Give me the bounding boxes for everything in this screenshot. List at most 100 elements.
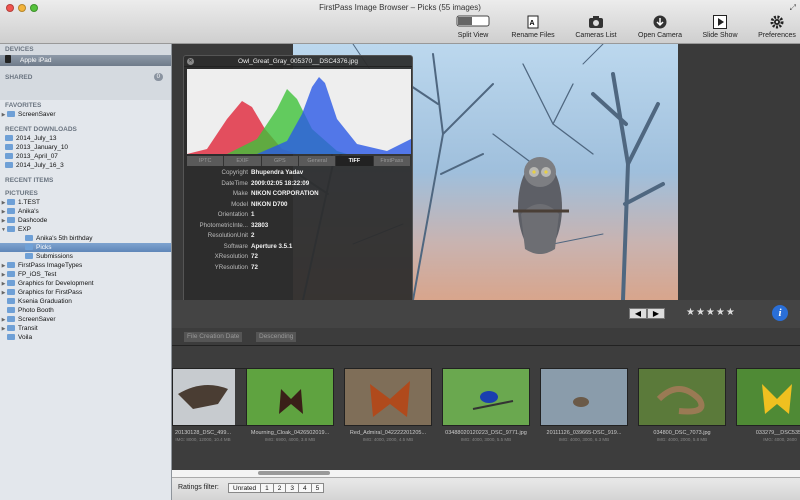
rating-filter-button[interactable]: 5 <box>310 483 325 493</box>
folder-icon <box>7 316 15 322</box>
thumbnail-3[interactable] <box>344 368 432 426</box>
sort-field-select[interactable]: File Creation Date <box>184 332 243 342</box>
rating-filter-button[interactable]: 4 <box>298 483 312 493</box>
slide-show-button[interactable]: Slide Show <box>700 15 740 39</box>
rating-filter-button[interactable]: 3 <box>285 483 299 493</box>
sidebar-folder-item[interactable]: ▶ 1.TEST <box>0 198 171 207</box>
sidebar-folder-item[interactable]: ▶ ScreenSaver <box>0 315 171 324</box>
shared-count-badge: 0 <box>153 73 163 81</box>
device-label: Apple iPad <box>20 57 52 64</box>
inspector-tab[interactable]: GPS <box>261 156 299 166</box>
rating-filter-button[interactable]: 1 <box>260 483 274 493</box>
metadata-key: XResolution <box>214 253 248 260</box>
folder-icon <box>7 280 15 286</box>
download-icon <box>653 15 667 29</box>
thumbnail-name: 20111126_039665-DSC_919... <box>546 430 622 436</box>
rename-files-icon: A <box>527 15 539 29</box>
info-button[interactable]: i <box>772 305 788 321</box>
ratings-filter-bar: Ratings filter: Unrated 1 2 3 4 5 <box>172 477 800 500</box>
recent-download-item[interactable]: 2013_April_07 <box>0 152 171 161</box>
previous-arrow-icon[interactable]: ◀ <box>629 308 647 319</box>
sidebar-folder-item[interactable]: Submissions <box>0 252 171 261</box>
thumbnail-6[interactable] <box>638 368 726 426</box>
sidebar-folder-item[interactable]: ▶ Anika's <box>0 207 171 216</box>
preferences-button[interactable]: Preferences <box>757 15 797 39</box>
camera-icon <box>589 16 603 28</box>
device-item-ipad[interactable]: Apple iPad <box>0 55 171 66</box>
recent-download-label: 2014_July_13 <box>16 135 57 142</box>
close-inspector-icon[interactable]: ✕ <box>187 58 194 65</box>
thumbnail-5[interactable] <box>540 368 628 426</box>
devices-section: DEVICES Apple iPad SHARED 0 <box>0 44 171 100</box>
metadata-value: 72 <box>251 263 258 271</box>
sidebar-item-selected[interactable]: Picks <box>0 243 171 252</box>
thumbnail-7[interactable] <box>736 368 800 426</box>
folder-icon <box>7 298 15 304</box>
filmstrip-scrollbar[interactable] <box>172 470 800 477</box>
sidebar-folder-item[interactable]: Anika's 5th birthday <box>0 234 171 243</box>
sidebar-folder-item[interactable]: ▶ Graphics for Development <box>0 279 171 288</box>
recent-download-item[interactable]: 2014_July_13 <box>0 134 171 143</box>
open-camera-button[interactable]: Open Camera <box>638 15 682 39</box>
recent-download-label: 2013_April_07 <box>16 153 58 160</box>
rating-stars[interactable]: ★★★★★ <box>686 307 736 318</box>
sort-bar: File Creation Date Descending <box>172 328 800 346</box>
scrollbar-thumb[interactable] <box>258 471 330 475</box>
disclosure-triangle-icon[interactable]: ▶ <box>0 111 7 120</box>
rating-filter-button[interactable]: 2 <box>272 483 287 493</box>
folder-icon <box>5 162 13 168</box>
metadata-inspector[interactable]: ✕ Owl_Great_Gray_005370__DSC4376.jpg IPT… <box>183 55 413 342</box>
thumbnail-2[interactable] <box>246 368 334 426</box>
sidebar-folder-item[interactable]: ▶ FP_iOS_Test <box>0 270 171 279</box>
folder-label: Picks <box>36 244 52 251</box>
sidebar-folder-item[interactable]: ▼ EXP <box>0 225 171 234</box>
next-arrow-icon[interactable]: ▶ <box>647 308 665 319</box>
split-view-label: Split View <box>457 32 489 39</box>
thumbnail-name: 20130128_DSC_499... <box>175 430 231 436</box>
thumbnail-4[interactable] <box>442 368 530 426</box>
folder-icon <box>5 153 13 159</box>
inspector-tab[interactable]: IPTC <box>187 156 225 166</box>
inspector-tab[interactable]: General <box>298 156 337 166</box>
cameras-list-button[interactable]: Cameras List <box>575 15 617 39</box>
sort-order-select[interactable]: Descending <box>256 332 297 342</box>
rating-filter-button[interactable]: Unrated <box>228 483 262 493</box>
recent-download-item[interactable]: 2013_January_10 <box>0 143 171 152</box>
metadata-value: NIKON D700 <box>251 200 288 208</box>
sidebar-folder-item[interactable]: Voila <box>0 333 171 342</box>
filmstrip[interactable]: 20130128_DSC_499... IMG: 8000, 12000, 10.… <box>172 346 800 470</box>
favorites-header: FAVORITES <box>5 102 42 109</box>
thumbnail-info: IMG: 8000, 12000, 10.4 MB <box>175 437 231 442</box>
ratings-filter-buttons: Unrated 1 2 3 4 5 <box>228 483 325 493</box>
metadata-value: 1 <box>251 211 255 218</box>
folder-label: EXP <box>18 226 32 233</box>
metadata-value: Aperture 3.5.1 <box>251 242 293 250</box>
sidebar-folder-item[interactable]: ▶ Dashcode <box>0 216 171 225</box>
thumbnail-info: IMG: 6900, 4000, 3.8 MB <box>264 437 316 442</box>
metadata-key: ResolutionUnit <box>207 232 248 239</box>
thumbnail-name: Red_Admiral_042222201205... <box>349 430 427 436</box>
folder-icon <box>7 262 15 268</box>
sidebar-folder-item[interactable]: ▶ Graphics for FirstPass <box>0 288 171 297</box>
folder-label: Submissions <box>36 253 73 260</box>
inspector-tab[interactable]: FirstPass <box>373 156 411 166</box>
favorite-item[interactable]: ▶ ScreenSaver <box>0 110 171 119</box>
folder-icon <box>25 244 33 250</box>
pictures-header: PICTURES <box>5 190 38 197</box>
sidebar-folder-item[interactable]: ▶ FirstPass ImageTypes <box>0 261 171 270</box>
recent-download-item[interactable]: 2014_July_16_3 <box>0 161 171 170</box>
fullscreen-icon[interactable]: ⤢ <box>790 3 796 13</box>
inspector-tab[interactable]: TIFF <box>336 156 374 166</box>
sidebar-folder-item[interactable]: Ksenia Graduation <box>0 297 171 306</box>
thumbnail-info: IMG: 4000, 2000, 4.5 MB <box>362 437 414 442</box>
rename-files-button[interactable]: A Rename Files <box>511 15 555 39</box>
folder-label: ScreenSaver <box>18 316 56 323</box>
sidebar-folder-item[interactable]: Photo Booth <box>0 306 171 315</box>
split-view-button[interactable]: Split View <box>453 15 493 39</box>
sidebar-folder-item[interactable]: ▶ Transit <box>0 324 171 333</box>
metadata-key: Software <box>223 242 248 250</box>
favorite-label: ScreenSaver <box>18 111 56 118</box>
metadata-value: Bhupendra Yadav <box>251 169 304 176</box>
folder-label: Transit <box>18 325 38 332</box>
inspector-tab[interactable]: EXIF <box>224 156 262 166</box>
